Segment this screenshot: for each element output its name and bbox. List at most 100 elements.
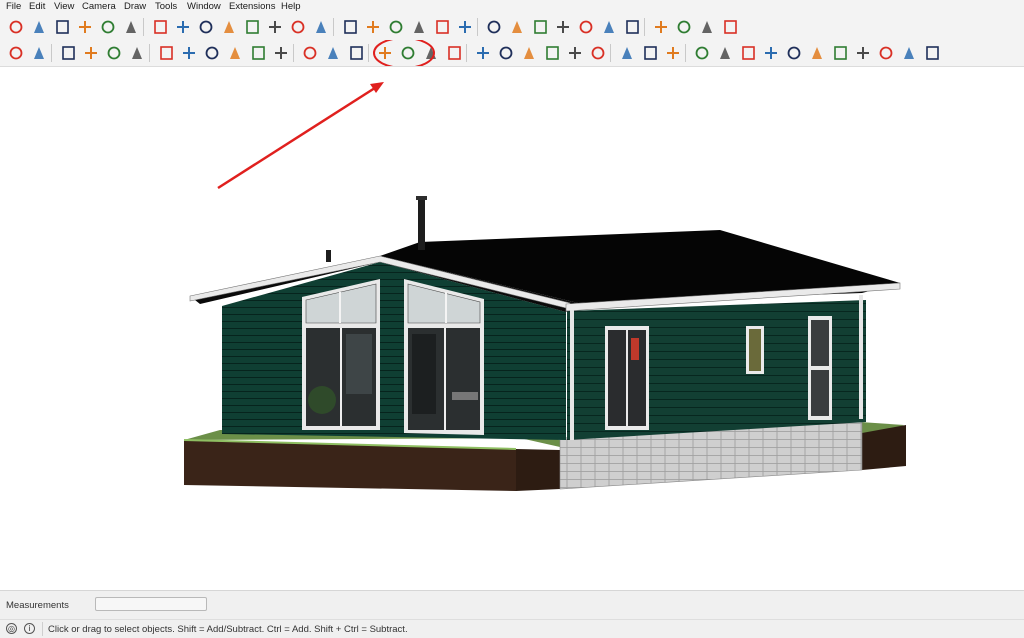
annotation-arrow-line [217, 84, 379, 190]
extension-icon[interactable] [879, 46, 893, 60]
measurements-bar: Measurements [0, 590, 1024, 619]
house-model [183, 82, 906, 491]
status-bar: ◎ i Click or drag to select objects. Shi… [0, 619, 1024, 638]
previous-view-icon[interactable] [269, 21, 281, 33]
pan-icon[interactable] [177, 21, 189, 33]
fog-icon[interactable] [499, 46, 513, 60]
push-pull-icon[interactable] [160, 46, 173, 60]
side-window-small [746, 326, 764, 374]
paint-bucket-icon[interactable] [56, 20, 69, 34]
tape-measure-icon[interactable] [303, 46, 317, 60]
walk-icon[interactable] [316, 21, 326, 33]
section-plane-icon[interactable] [655, 21, 667, 33]
hidden-line-icon[interactable] [557, 21, 569, 33]
menu-window[interactable]: Window [187, 1, 221, 12]
side-window-tall [808, 316, 832, 420]
measurements-label: Measurements [6, 600, 69, 611]
display-section-fill-icon[interactable] [724, 20, 737, 34]
orbit-highlighted-icon[interactable] [379, 47, 391, 59]
drape-icon[interactable] [742, 46, 755, 60]
display-section-cuts-icon[interactable] [702, 21, 712, 33]
left-view-icon[interactable] [459, 21, 471, 33]
shaded-textures-icon[interactable] [604, 21, 614, 33]
downpipe-left [570, 310, 574, 440]
model-viewport[interactable] [0, 67, 1024, 590]
right-view-icon[interactable] [414, 21, 424, 33]
text-icon[interactable] [79, 21, 91, 33]
user-icon[interactable] [644, 46, 657, 60]
menu-camera[interactable]: Camera [82, 1, 116, 12]
match-photo-icon[interactable] [524, 47, 534, 59]
add-detail-icon[interactable] [834, 46, 847, 60]
menu-draw[interactable]: Draw [124, 1, 146, 12]
eraser-icon[interactable] [34, 21, 44, 33]
monochrome-icon[interactable] [626, 20, 639, 34]
zoom-window-icon[interactable] [224, 21, 234, 33]
flip-edge-icon[interactable] [787, 46, 801, 60]
menu-view[interactable]: View [54, 1, 74, 12]
dimension-icon[interactable] [101, 20, 115, 34]
model-info-icon[interactable] [667, 47, 679, 59]
menu-edit[interactable]: Edit [29, 1, 45, 12]
move-icon[interactable] [205, 46, 219, 60]
toolbar-row-2 [0, 40, 1024, 67]
geo-location-icon[interactable]: ◎ [6, 623, 17, 634]
toolbar-row-2-icons [9, 40, 939, 66]
search-icon[interactable] [9, 46, 23, 60]
contour-icon[interactable] [720, 47, 730, 59]
zoom-extents-icon[interactable] [448, 46, 461, 60]
xray-icon[interactable] [487, 20, 501, 34]
menu-tools[interactable]: Tools [155, 1, 177, 12]
new-file-icon[interactable] [622, 47, 632, 59]
gable-window-right [404, 279, 484, 435]
scale-icon[interactable] [252, 46, 265, 60]
hammer-icon[interactable] [857, 47, 869, 59]
rotate-icon[interactable] [230, 47, 240, 59]
back-edges-icon[interactable] [512, 21, 522, 33]
smoove-icon[interactable] [812, 47, 822, 59]
side-door [605, 326, 649, 430]
zoom-extents-icon[interactable] [246, 20, 259, 34]
rectangle-icon[interactable] [132, 47, 142, 59]
top-view-icon[interactable] [367, 21, 379, 33]
follow-me-icon[interactable] [183, 47, 195, 59]
interact-icon[interactable] [926, 46, 939, 60]
chimney-flue [418, 198, 425, 250]
iso-view-icon[interactable] [344, 20, 357, 34]
status-hint: Click or drag to select objects. Shift =… [48, 624, 408, 635]
sandbox-icon[interactable] [695, 46, 709, 60]
axes-icon[interactable] [350, 46, 363, 60]
arc-icon[interactable] [107, 46, 121, 60]
eraser-icon[interactable] [62, 46, 75, 60]
orbit-icon[interactable] [154, 20, 167, 34]
shadows-icon[interactable] [477, 47, 489, 59]
styles-icon[interactable] [569, 47, 581, 59]
look-around-icon[interactable] [291, 20, 305, 34]
back-view-icon[interactable] [436, 20, 449, 34]
menu-bar: File Edit View Camera Draw Tools Window Extensi… [0, 0, 1024, 14]
display-section-planes-icon[interactable] [677, 20, 691, 34]
menu-extensions[interactable]: Extensions [229, 1, 275, 12]
pencil-icon[interactable] [85, 47, 97, 59]
instructor-icon[interactable]: i [24, 623, 35, 634]
front-view-icon[interactable] [389, 20, 403, 34]
shaded-icon[interactable] [579, 20, 593, 34]
edge-style-icon[interactable] [546, 46, 559, 60]
select-icon[interactable] [34, 47, 44, 59]
dynamic-component-icon[interactable] [904, 47, 914, 59]
scenes-icon[interactable] [591, 46, 605, 60]
toolbar-row-1 [0, 14, 1024, 40]
protractor-icon[interactable] [328, 47, 338, 59]
make-component-icon[interactable] [9, 20, 23, 34]
measurements-input[interactable] [95, 597, 207, 611]
downpipe-right [859, 295, 863, 419]
wireframe-icon[interactable] [534, 20, 547, 34]
stamp-icon[interactable] [765, 47, 777, 59]
menu-help[interactable]: Help [281, 1, 301, 12]
3d-text-icon[interactable] [126, 21, 136, 33]
menu-file[interactable]: File [6, 1, 21, 12]
annotation-arrow-head [370, 82, 384, 93]
zoom-icon[interactable] [199, 20, 213, 34]
offset-icon[interactable] [275, 47, 287, 59]
pan-highlighted-icon[interactable] [401, 46, 415, 60]
